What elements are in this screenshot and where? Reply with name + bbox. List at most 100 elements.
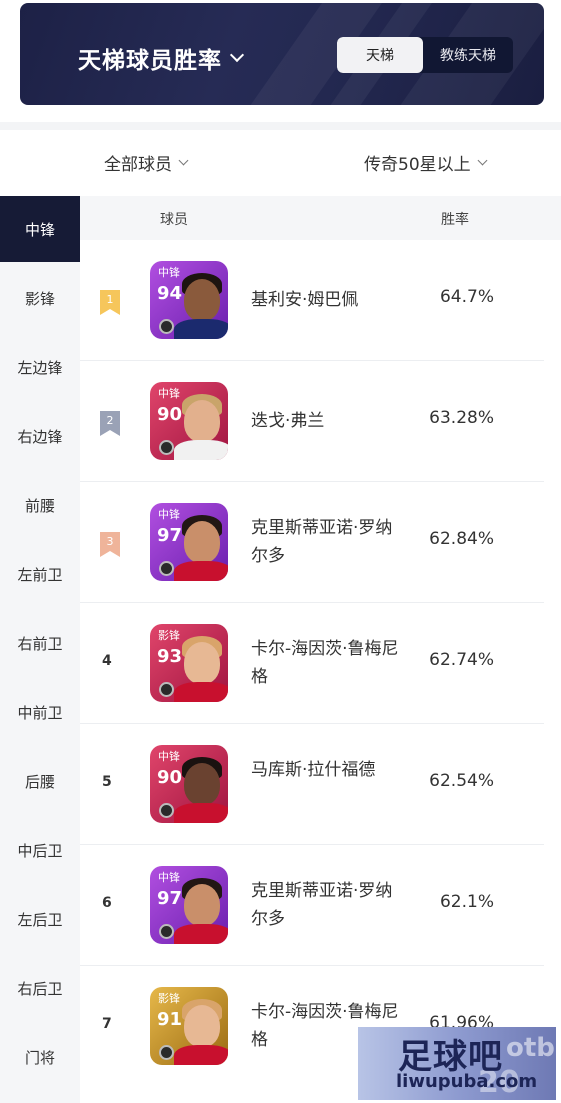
tab-ladder[interactable]: 天梯 <box>337 37 423 73</box>
rank-number: 5 <box>102 774 112 790</box>
card-rating: 90 <box>157 767 183 788</box>
table-row[interactable]: 1 中锋 94 基利安·姆巴佩 64.7% <box>80 240 544 361</box>
player-shirt <box>174 682 228 702</box>
tier-filter-label: 传奇50星以上 <box>364 155 471 175</box>
card-position: 中锋 <box>158 266 180 279</box>
rank-gold-flag: 1 <box>100 290 120 315</box>
sidebar-item-cb[interactable]: 中后卫 <box>0 817 80 883</box>
table-row[interactable]: 6 中锋 97 克里斯蒂亚诺·罗纳尔多 62.1% <box>80 845 544 966</box>
card-position: 影锋 <box>158 992 180 1005</box>
player-face <box>184 1005 220 1047</box>
rank-bronze-flag: 3 <box>100 532 120 557</box>
player-face <box>184 884 220 926</box>
player-face <box>184 642 220 684</box>
card-position: 中锋 <box>158 387 180 400</box>
chevron-down-icon <box>178 155 189 166</box>
card-rating: 94 <box>157 283 183 304</box>
header-banner: 天梯球员胜率 天梯 教练天梯 <box>20 3 544 105</box>
card-rating: 91 <box>157 1009 183 1030</box>
chevron-down-icon <box>229 47 245 63</box>
position-sidebar: 中锋 影锋 左边锋 右边锋 前腰 左前卫 右前卫 中前卫 后腰 中后卫 左后卫 … <box>0 196 80 1103</box>
table-row[interactable]: 4 影锋 93 卡尔-海因茨·鲁梅尼格 62.74% <box>80 603 544 724</box>
player-name: 克里斯蒂亚诺·罗纳尔多 <box>251 518 393 566</box>
sidebar-item-amf[interactable]: 前腰 <box>0 472 80 538</box>
player-card: 中锋 90 <box>150 745 228 823</box>
leaderboard-selector[interactable]: 天梯球员胜率 <box>78 41 245 75</box>
rank-silver-flag: 2 <box>100 411 120 436</box>
watermark-ghost-text: otba <box>506 1033 556 1063</box>
player-card: 中锋 97 <box>150 866 228 944</box>
sidebar-item-rb[interactable]: 右后卫 <box>0 955 80 1021</box>
sidebar-item-rmf[interactable]: 右前卫 <box>0 610 80 676</box>
player-shirt <box>174 440 228 460</box>
win-rate: 62.1% <box>439 892 494 912</box>
page-title: 天梯球员胜率 <box>78 48 222 74</box>
club-badge-icon <box>159 803 174 818</box>
column-player: 球员 <box>160 212 188 228</box>
card-rating: 97 <box>157 525 183 546</box>
sidebar-item-cmf[interactable]: 中前卫 <box>0 679 80 745</box>
player-filter-label: 全部球员 <box>104 155 172 175</box>
watermark-url: liwupuba.com <box>396 1071 538 1092</box>
win-rate: 62.84% <box>429 529 494 549</box>
player-name: 克里斯蒂亚诺·罗纳尔多 <box>251 881 393 929</box>
player-shirt <box>174 924 228 944</box>
club-badge-icon <box>159 561 174 576</box>
sidebar-item-lb[interactable]: 左后卫 <box>0 886 80 952</box>
club-badge-icon <box>159 1045 174 1060</box>
player-name: 基利安·姆巴佩 <box>251 290 359 310</box>
card-rating: 93 <box>157 646 183 667</box>
sidebar-item-lmf[interactable]: 左前卫 <box>0 541 80 607</box>
club-badge-icon <box>159 924 174 939</box>
card-rating: 97 <box>157 888 183 909</box>
card-rating: 90 <box>157 404 183 425</box>
player-card: 中锋 97 <box>150 503 228 581</box>
player-card: 中锋 90 <box>150 382 228 460</box>
card-position: 中锋 <box>158 750 180 763</box>
column-winrate: 胜率 <box>441 212 469 228</box>
sidebar-item-cf[interactable]: 中锋 <box>0 196 80 262</box>
table-row[interactable]: 5 中锋 90 马库斯·拉什福德 62.54% <box>80 724 544 845</box>
player-card: 中锋 94 <box>150 261 228 339</box>
win-rate: 62.54% <box>429 771 494 791</box>
player-name: 马库斯·拉什福德 <box>251 760 376 780</box>
rank-number: 4 <box>102 653 112 669</box>
player-face <box>184 279 220 321</box>
player-face <box>184 521 220 563</box>
divider <box>0 122 561 130</box>
table-row[interactable]: 2 中锋 90 迭戈·弗兰 63.28% <box>80 361 544 482</box>
player-name: 迭戈·弗兰 <box>251 411 325 431</box>
sidebar-item-dmf[interactable]: 后腰 <box>0 748 80 814</box>
win-rate: 63.28% <box>429 408 494 428</box>
chevron-down-icon <box>477 155 488 166</box>
sidebar-item-lwf[interactable]: 左边锋 <box>0 334 80 400</box>
player-name: 卡尔-海因茨·鲁梅尼格 <box>251 639 399 687</box>
sidebar-item-rwf[interactable]: 右边锋 <box>0 403 80 469</box>
player-shirt <box>174 319 228 339</box>
table-row[interactable]: 3 中锋 97 克里斯蒂亚诺·罗纳尔多 62.84% <box>80 482 544 603</box>
club-badge-icon <box>159 319 174 334</box>
club-badge-icon <box>159 682 174 697</box>
player-shirt <box>174 561 228 581</box>
tab-coach-ladder[interactable]: 教练天梯 <box>423 37 513 73</box>
rank-number: 7 <box>102 1016 112 1032</box>
card-position: 影锋 <box>158 629 180 642</box>
table-header: 球员 胜率 <box>80 196 561 240</box>
win-rate: 62.74% <box>429 650 494 670</box>
player-card: 影锋 91 <box>150 987 228 1065</box>
player-shirt <box>174 1045 228 1065</box>
win-rate: 64.7% <box>439 287 494 307</box>
mode-toggle: 天梯 教练天梯 <box>337 37 513 73</box>
tier-filter-dropdown[interactable]: 传奇50星以上 <box>364 150 488 175</box>
rank-number: 6 <box>102 895 112 911</box>
player-filter-dropdown[interactable]: 全部球员 <box>104 150 189 175</box>
card-position: 中锋 <box>158 508 180 521</box>
sidebar-item-ss[interactable]: 影锋 <box>0 265 80 331</box>
site-watermark: otba 20 足球吧 liwupuba.com <box>358 1027 556 1100</box>
sidebar-item-gk[interactable]: 门将 <box>0 1024 80 1090</box>
player-face <box>184 763 220 805</box>
player-shirt <box>174 803 228 823</box>
player-card: 影锋 93 <box>150 624 228 702</box>
club-badge-icon <box>159 440 174 455</box>
card-position: 中锋 <box>158 871 180 884</box>
